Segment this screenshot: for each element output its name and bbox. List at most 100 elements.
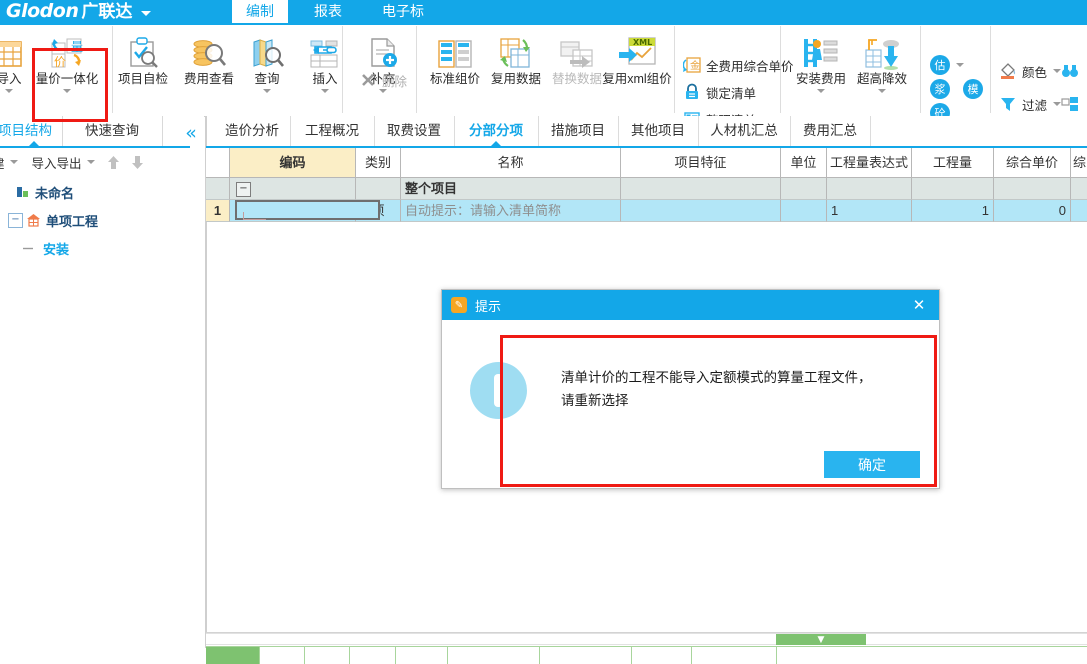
tree-expander-icon[interactable]: − xyxy=(8,212,23,228)
grid-header-unit[interactable]: 单位 xyxy=(781,148,827,178)
arrow-down-icon[interactable] xyxy=(129,153,147,171)
tab-labor-material-machine[interactable]: 人材机汇总 xyxy=(698,116,791,146)
grid-cell-quantity-expression[interactable]: 1 xyxy=(827,200,912,222)
grid-header-category[interactable]: 类别 xyxy=(356,148,401,178)
chevron-down-icon[interactable] xyxy=(9,160,18,164)
close-icon[interactable]: ✕ xyxy=(909,295,929,315)
tree-item-label: 未命名 xyxy=(35,185,75,201)
ribbon-button-layout-panes[interactable] xyxy=(1060,93,1080,115)
grid-cell-quantity[interactable]: 1 xyxy=(912,200,994,222)
tree-item-single-project[interactable]: − 单项工程 xyxy=(0,206,204,234)
ribbon-button-import[interactable]: 导入 xyxy=(0,26,40,108)
chevron-down-icon[interactable] xyxy=(263,89,271,93)
ribbon-button-filter[interactable]: 过滤 xyxy=(998,93,1062,115)
row-expander-icon[interactable]: − xyxy=(236,182,251,197)
ribbon-button-binoculars[interactable] xyxy=(1060,60,1080,82)
ribbon-button-project-self-check[interactable]: 项目自检 xyxy=(112,26,174,108)
ribbon-button-lock-list[interactable]: 锁定清单 xyxy=(682,81,756,103)
ribbon-button-reuse-xml-pricing[interactable]: XML 复用xml组价 xyxy=(600,26,674,108)
chevron-down-icon[interactable] xyxy=(956,63,964,67)
ribbon-badge-gu[interactable]: 估 xyxy=(930,54,964,76)
ribbon-button-insert[interactable]: 插入 xyxy=(294,26,356,108)
left-tab-quick-query[interactable]: 快速查询 xyxy=(62,116,163,146)
ribbon-badge-mo[interactable]: 模 xyxy=(963,78,983,100)
chevron-down-icon[interactable] xyxy=(86,160,95,164)
ribbon-button-label: 复用数据 xyxy=(490,72,541,86)
chevron-down-icon[interactable] xyxy=(63,89,71,93)
ribbon-button-color[interactable]: 颜色 xyxy=(998,60,1062,82)
grid-header-features[interactable]: 项目特征 xyxy=(621,148,781,178)
grid-header-name[interactable]: 名称 xyxy=(401,148,621,178)
bottom-tab-6[interactable] xyxy=(540,647,632,664)
dropdown-caret-icon[interactable] xyxy=(141,11,152,16)
bottom-tab-8[interactable] xyxy=(692,647,777,664)
titlebar-tab-baobiao[interactable]: 报表 xyxy=(302,0,354,23)
grid-cell-partial[interactable] xyxy=(1071,178,1087,200)
tab-cost-summary[interactable]: 费用汇总 xyxy=(790,116,871,146)
ribbon-button-full-cost-unit-price[interactable]: 金 全费用综合单价 xyxy=(682,54,794,76)
ribbon-button-supplement[interactable]: 补充 xyxy=(352,26,414,108)
bottom-tab-1[interactable] xyxy=(260,647,305,664)
grid-header-partial[interactable]: 综 xyxy=(1071,148,1087,178)
ribbon-button-standard-pricing[interactable]: 标准组价 xyxy=(424,26,486,108)
grid-cell-features[interactable] xyxy=(621,200,781,222)
grid-header-unit-price[interactable]: 综合单价 xyxy=(994,148,1071,178)
ribbon-button-reuse-data[interactable]: 复用数据 xyxy=(485,26,547,108)
grid-header-quantity-expression[interactable]: 工程量表达式 xyxy=(827,148,912,178)
ribbon-button-quantity-price-integration[interactable]: 量 价 量价一体化 xyxy=(36,26,98,108)
bottom-tab-2[interactable] xyxy=(305,647,350,664)
ribbon-button-high-altitude-efficiency[interactable]: 超高降效 xyxy=(851,26,913,108)
grid-cell-partial[interactable] xyxy=(1071,200,1087,222)
horizontal-splitter[interactable]: ▼ xyxy=(206,633,1087,645)
table-row[interactable]: − 整个项目 xyxy=(206,178,1087,200)
tree-expander-icon[interactable] xyxy=(22,242,35,255)
arrow-up-icon[interactable] xyxy=(105,153,123,171)
ribbon-button-delete[interactable]: 删除 xyxy=(358,69,407,91)
grid-cell-unit-price[interactable]: 0 xyxy=(994,200,1071,222)
splitter-grip-icon[interactable]: ▼ xyxy=(776,634,866,645)
ribbon-button-query[interactable]: 查询 xyxy=(236,26,298,108)
grid-cell-name[interactable]: 自动提示：请输入清单简称 xyxy=(401,200,621,222)
code-editor-cell[interactable] xyxy=(235,200,380,220)
chevron-down-icon[interactable] xyxy=(817,89,825,93)
ribbon-button-cost-view[interactable]: 费用查看 xyxy=(178,26,240,108)
bottom-tab-3[interactable] xyxy=(350,647,396,664)
titlebar-tab-bianzhi[interactable]: 编制 xyxy=(232,0,288,23)
grid-cell-unit-price[interactable] xyxy=(994,178,1071,200)
grid-header-code[interactable]: 编码 xyxy=(230,148,356,178)
tab-cost-analysis[interactable]: 造价分析 xyxy=(214,116,291,146)
bottom-tab-4[interactable] xyxy=(396,647,448,664)
ribbon-button-label: 删除 xyxy=(382,74,408,89)
tree-item-unnamed[interactable]: 未命名 xyxy=(0,178,204,206)
new-button[interactable]: 建 xyxy=(0,153,18,172)
grid-cell-name[interactable]: 整个项目 xyxy=(401,178,621,200)
grid-header-row: 编码 类别 名称 项目特征 单位 工程量表达式 工程量 综合单价 综 xyxy=(206,148,1087,178)
grid-cell-category[interactable] xyxy=(356,178,401,200)
chevron-down-icon[interactable] xyxy=(321,89,329,93)
import-export-button[interactable]: 导入导出 xyxy=(32,153,95,172)
titlebar-tab-dianzibiao[interactable]: 电子标 xyxy=(370,0,436,23)
bottom-tab-strip[interactable] xyxy=(206,646,1087,664)
bottom-tab-0[interactable] xyxy=(206,647,260,664)
ribbon-button-installation-cost[interactable]: 安装费用 xyxy=(790,26,852,108)
grid-cell-unit[interactable] xyxy=(781,200,827,222)
collapse-left-chevron-icon[interactable]: « xyxy=(180,122,202,144)
grid-cell-quantity[interactable] xyxy=(912,178,994,200)
bottom-tab-5[interactable] xyxy=(448,647,540,664)
grid-cell-features[interactable] xyxy=(621,178,781,200)
grid-cell-quantity-expression[interactable] xyxy=(827,178,912,200)
chevron-down-icon[interactable] xyxy=(878,89,886,93)
tree-item-installation[interactable]: 安装 xyxy=(0,234,204,262)
ribbon-badge-jiang[interactable]: 浆 xyxy=(930,78,950,100)
grid-cell-unit[interactable] xyxy=(781,178,827,200)
tab-measure-items[interactable]: 措施项目 xyxy=(538,116,619,146)
tab-other-items[interactable]: 其他项目 xyxy=(618,116,699,146)
grid-cell-code[interactable]: − xyxy=(230,178,356,200)
confirm-button[interactable]: 确定 xyxy=(824,451,920,478)
tab-project-overview[interactable]: 工程概况 xyxy=(290,116,375,146)
tab-fee-settings[interactable]: 取费设置 xyxy=(374,116,455,146)
bottom-tab-7[interactable] xyxy=(632,647,692,664)
chevron-down-icon[interactable] xyxy=(5,89,13,93)
ribbon-button-replace-data[interactable]: 替换数据 xyxy=(546,26,608,108)
grid-header-quantity[interactable]: 工程量 xyxy=(912,148,994,178)
